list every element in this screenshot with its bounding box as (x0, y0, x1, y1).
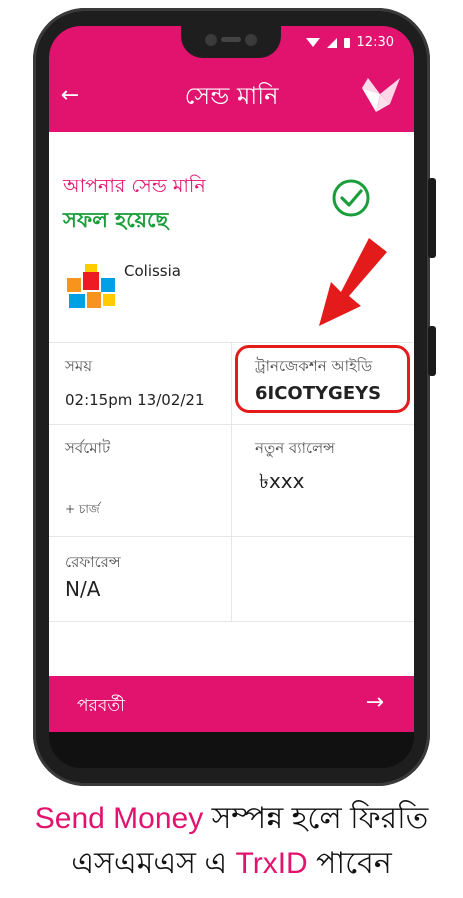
power-button (428, 326, 436, 376)
status-time: 12:30 (356, 35, 394, 50)
merchant-name: Colissia (124, 262, 181, 280)
caption-text-1: সম্পন্ন হলে ফিরতি (203, 802, 429, 835)
bkash-bird-logo-icon[interactable] (360, 74, 402, 114)
caption-text-2: এসএমএস এ (71, 847, 236, 880)
sensor-icon (245, 34, 257, 46)
success-message-line2: সফল হয়েছে (63, 208, 169, 232)
caption: Send Money সম্পন্ন হলে ফিরতি এসএমএস এ Tr… (0, 796, 463, 886)
details-row: রেফারেন্স N/A (49, 536, 414, 622)
next-arrow-icon: → (365, 690, 384, 715)
success-message-line1: আপনার সেন্ড মানি (63, 175, 206, 197)
battery-icon (343, 37, 350, 48)
reference-label: রেফারেন্স (65, 553, 121, 571)
app-header: ← সেন্ড মানি (49, 60, 414, 132)
new-balance-value: ৳xxx (259, 469, 305, 493)
next-button-label: পরবর্তী (77, 696, 125, 716)
new-balance-label: নতুন ব্যালেন্স (255, 439, 335, 457)
trx-id-value[interactable]: 6ICOTYGEYS (255, 383, 381, 404)
details-row: সর্বমোট + চার্জ নতুন ব্যালেন্স ৳xxx (49, 424, 414, 536)
speaker-icon (221, 37, 241, 42)
caption-text-3: পাবেন (307, 847, 392, 880)
next-button[interactable]: পরবর্তী → (49, 676, 414, 732)
notch (181, 26, 281, 58)
check-circle-icon (332, 179, 370, 217)
time-label: সময় (65, 357, 93, 375)
reference-value: N/A (65, 577, 101, 601)
caption-highlight-trxid: TrxID (235, 847, 308, 880)
volume-button (428, 178, 436, 258)
camera-icon (205, 34, 217, 46)
charge-label: + চার্জ (65, 502, 100, 516)
time-value: 02:15pm 13/02/21 (65, 391, 205, 409)
total-label: সর্বমোট (65, 439, 111, 457)
transaction-result: আপনার সেন্ড মানি সফল হয়েছে Colissia সময… (49, 132, 414, 676)
trx-id-label: ট্রানজেকশন আইডি (255, 357, 373, 375)
transaction-details: সময় 02:15pm 13/02/21 ট্রানজেকশন আইডি 6I… (49, 342, 414, 622)
phone-screen: 12:30 ← সেন্ড মানি আপনার সেন্ড মানি সফল … (49, 26, 414, 768)
caption-highlight-send-money: Send Money (34, 802, 204, 835)
details-row: সময় 02:15pm 13/02/21 ট্রানজেকশন আইডি 6I… (49, 342, 414, 424)
merchant-gift-logo-icon (67, 264, 115, 308)
signal-icon (326, 37, 337, 48)
wifi-icon (305, 38, 320, 47)
red-arrow-icon (319, 238, 387, 326)
